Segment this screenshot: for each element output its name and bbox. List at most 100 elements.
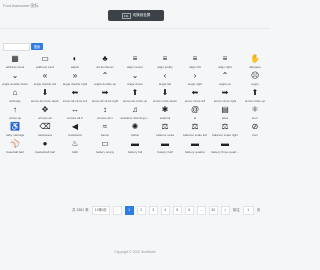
baby-carriage-icon: ♿: [10, 122, 20, 131]
battery-empty-icon: ▭: [101, 139, 109, 148]
angle-left-icon: ‹: [163, 71, 167, 80]
icon-card[interactable]: ▤ atlas: [210, 106, 240, 123]
page-ellipsis[interactable]: ...: [196, 205, 206, 215]
icon-card[interactable]: ➡ arrow alt circle right: [90, 89, 120, 106]
icon-card[interactable]: ✺ bahai: [120, 123, 150, 140]
icon-card[interactable]: ⊘ ban: [240, 123, 270, 140]
search-button[interactable]: 搜索: [31, 43, 43, 50]
icon-card[interactable]: ⚖ balance scale left: [180, 123, 210, 140]
page-button[interactable]: 2: [136, 205, 146, 215]
icon-card[interactable]: ♣ air freshener: [90, 55, 120, 72]
angle-double-up-icon: ⌃: [101, 71, 109, 80]
goto-page-input[interactable]: 1: [242, 205, 254, 215]
fullscreen-label: 切换到全屏: [132, 13, 151, 17]
prev-page-button[interactable]: <: [112, 205, 122, 215]
icon-card[interactable]: ⌃ angle up: [210, 72, 240, 89]
icon-card[interactable]: ▦ address book: [0, 55, 30, 72]
icon-card[interactable]: « angle double left: [30, 72, 60, 89]
icon-card[interactable]: ◐ adjust: [60, 55, 90, 72]
icon-card[interactable]: ♫ assistive listening s...: [120, 106, 150, 123]
icon-card[interactable]: ⌂ archway: [0, 89, 30, 106]
page-button[interactable]: 4: [160, 205, 170, 215]
icon-card[interactable]: ⌄ angle down: [120, 72, 150, 89]
icon-card[interactable]: ⬆ arrow alt circle up: [120, 89, 150, 106]
icon-card[interactable]: ▬ battery quarter: [180, 140, 210, 157]
icon-card[interactable]: ● basketball ball: [30, 140, 60, 157]
icon-card[interactable]: ▭ battery empty: [90, 140, 120, 157]
icon-label: backward: [68, 133, 82, 137]
icon-card[interactable]: ☹ angry: [240, 72, 270, 89]
icon-card[interactable]: ▭ address card: [30, 55, 60, 72]
icon-card[interactable]: ≡ align justify: [150, 55, 180, 72]
icon-card[interactable]: ◀ backward: [60, 123, 90, 140]
page-size-select[interactable]: 10条/页: [91, 205, 110, 215]
icon-card[interactable]: ⚖ balance scale: [150, 123, 180, 140]
icon-card[interactable]: ⬆ arrow circle up: [240, 89, 270, 106]
icon-label: arrows alt v: [97, 116, 113, 120]
baseball-ball-icon: ⚾: [10, 139, 20, 148]
icon-card[interactable]: ⌫ backspace: [30, 123, 60, 140]
balance-scale-left-icon: ⚖: [191, 122, 199, 131]
icon-label: arrow circle down: [152, 99, 178, 103]
icon-card[interactable]: ≡ align right: [210, 55, 240, 72]
icon-card[interactable]: ✱ asterisk: [150, 106, 180, 123]
icon-label: angle up: [219, 82, 231, 86]
icon-label: balance scale left: [183, 133, 207, 137]
icon-card[interactable]: ✥ arrows alt: [30, 106, 60, 123]
icon-card[interactable]: ➡ arrow circle right: [210, 89, 240, 106]
icon-card[interactable]: ♿ baby carriage: [0, 123, 30, 140]
icon-label: bahai: [131, 133, 139, 137]
icon-label: angle left: [158, 82, 172, 86]
page-button[interactable]: 3: [148, 205, 158, 215]
at-icon: @: [190, 105, 200, 114]
icon-card[interactable]: ⬇ arrow alt circle down: [30, 89, 60, 106]
page-button[interactable]: 5: [172, 205, 182, 215]
battery-full-icon: ▬: [131, 139, 139, 148]
icon-card[interactable]: ⌃ angle double up: [90, 72, 120, 89]
icon-label: at: [193, 116, 197, 120]
icon-card[interactable]: ⬇ arrow circle down: [150, 89, 180, 106]
icon-card[interactable]: ≡ align center: [120, 55, 150, 72]
page-button[interactable]: 30: [208, 205, 218, 215]
icon-card[interactable]: ↑ arrow up: [0, 106, 30, 123]
ban-icon: ⊘: [251, 122, 259, 131]
icon-card[interactable]: ⌄ angle double down: [0, 72, 30, 89]
allergies-icon: ✋: [250, 54, 260, 63]
align-justify-icon: ≡: [162, 54, 168, 63]
icon-card[interactable]: » angle double right: [60, 72, 90, 89]
arrow-alt-circle-right-icon: ➡: [101, 88, 109, 97]
icon-card[interactable]: ⬅ arrow alt circle left: [60, 89, 90, 106]
address-card-icon: ▭: [41, 54, 49, 63]
icon-card[interactable]: ⬅ arrow circle left: [180, 89, 210, 106]
icon-card[interactable]: ≡ align left: [180, 55, 210, 72]
icon-card[interactable]: ⚛ atom: [240, 106, 270, 123]
arrows-alt-h-icon: ↔: [71, 105, 79, 114]
icon-card[interactable]: › angle right: [180, 72, 210, 89]
icon-card[interactable]: ▬ battery half: [150, 140, 180, 157]
search-input[interactable]: [3, 43, 30, 51]
icon-card[interactable]: ≈ bacon: [90, 123, 120, 140]
fullscreen-button[interactable]: F11 切换到全屏: [108, 10, 164, 21]
next-page-button[interactable]: >: [220, 205, 230, 215]
icon-card[interactable]: ⚾ baseball ball: [0, 140, 30, 157]
icon-card[interactable]: ✋ allergies: [240, 55, 270, 72]
icon-label: arrow alt circle left: [62, 99, 88, 103]
icon-label: align right: [218, 65, 232, 69]
icon-label: assistive listening s...: [120, 116, 150, 120]
icon-card[interactable]: ▬ battery three quart...: [210, 140, 240, 157]
air-freshener-icon: ♣: [102, 54, 108, 63]
page-button[interactable]: 1: [124, 205, 134, 215]
icon-card[interactable]: ↕ arrows alt v: [90, 106, 120, 123]
icon-label: angle double down: [2, 82, 28, 86]
icon-label: arrow circle up: [244, 99, 266, 103]
page-button[interactable]: 6: [184, 205, 194, 215]
icon-card[interactable]: ‹ angle left: [150, 72, 180, 89]
goto-unit: 页: [256, 207, 261, 212]
icon-card[interactable]: @ at: [180, 106, 210, 123]
icon-card[interactable]: ▬ battery full: [120, 140, 150, 157]
icon-card[interactable]: ♨ bath: [60, 140, 90, 157]
icon-label: adjust: [70, 65, 80, 69]
icon-card[interactable]: ↔ arrows alt h: [60, 106, 90, 123]
icon-card[interactable]: ⚖ balance scale right: [210, 123, 240, 140]
angle-double-down-icon: ⌄: [11, 71, 19, 80]
